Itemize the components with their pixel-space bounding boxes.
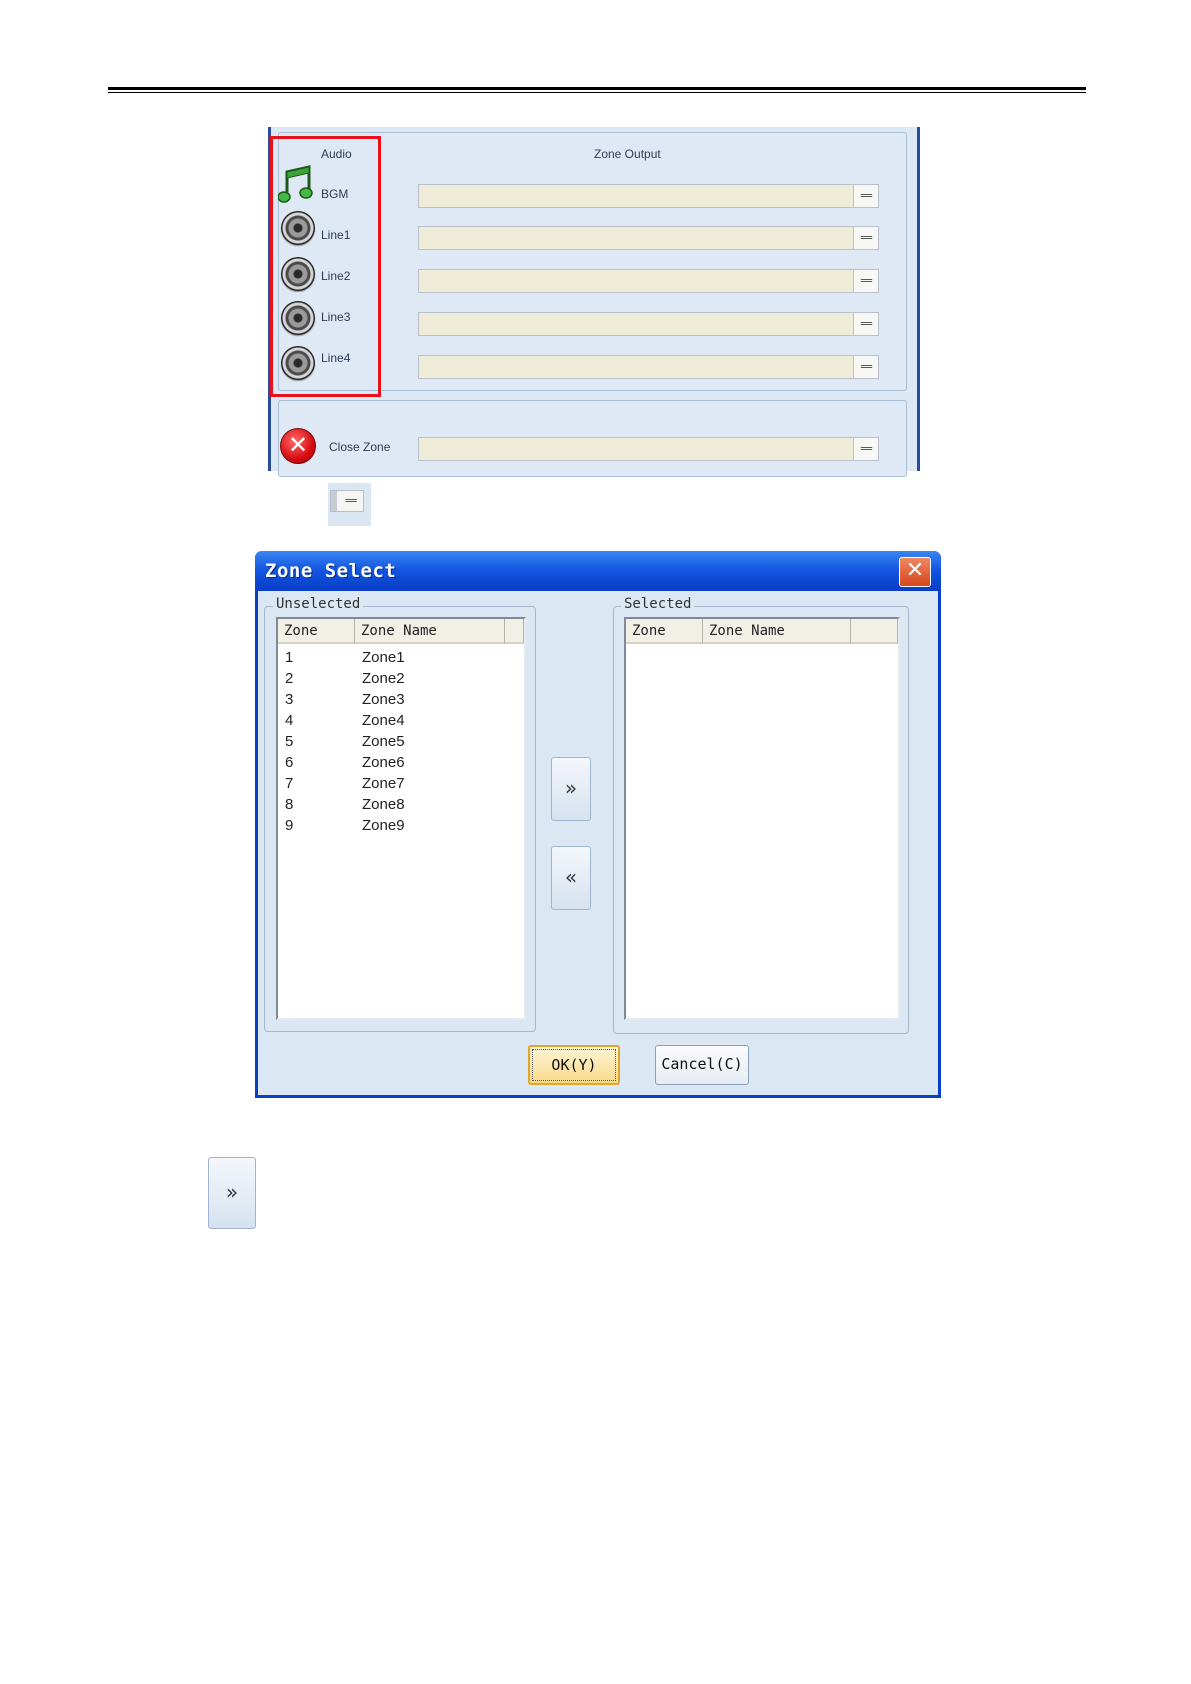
zone-name: Zone8 xyxy=(362,796,405,813)
zone-number: 8 xyxy=(285,796,294,813)
unselected-legend: Unselected xyxy=(273,596,364,612)
list-item[interactable]: 9 Zone9 xyxy=(278,815,524,836)
unselected-list[interactable]: Zone Zone Name 1 Zone1 2 Zone2 3 Zone3 4 Zone4 5… xyxy=(276,617,526,1020)
list-item[interactable]: 8 Zone8 xyxy=(278,794,524,815)
zone-number: 1 xyxy=(285,649,294,666)
zone-output-field-line2[interactable] xyxy=(418,269,879,293)
column-header-zone[interactable]: Zone xyxy=(278,619,355,644)
selected-legend: Selected xyxy=(621,596,695,612)
zone-name: Zone9 xyxy=(362,817,405,834)
list-item[interactable]: 2 Zone2 xyxy=(278,668,524,689)
zone-output-field-line4[interactable] xyxy=(418,355,879,379)
zone-name: Zone1 xyxy=(362,649,405,666)
remove-zone-button[interactable]: « xyxy=(551,846,591,910)
zone-select-button-close-zone[interactable]: == xyxy=(853,437,879,461)
zone-select-button-glyph: == xyxy=(330,490,364,512)
ok-button[interactable]: OK(Y) xyxy=(528,1045,620,1085)
zone-select-button-line2[interactable]: == xyxy=(853,269,879,293)
zone-number: 9 xyxy=(285,817,294,834)
list-item[interactable]: 5 Zone5 xyxy=(278,731,524,752)
zone-name: Zone2 xyxy=(362,670,405,687)
audio-sources-highlight xyxy=(270,136,381,397)
zone-number: 4 xyxy=(285,712,294,729)
zone-number: 5 xyxy=(285,733,294,750)
list-item[interactable]: 1 Zone1 xyxy=(278,647,524,668)
close-zone-field[interactable] xyxy=(418,437,879,461)
column-header-zone-name[interactable]: Zone Name xyxy=(355,619,505,644)
list-item[interactable]: 7 Zone7 xyxy=(278,773,524,794)
dialog-close-button[interactable]: ✕ xyxy=(899,557,931,587)
zone-output-column-header: Zone Output xyxy=(594,147,661,161)
zone-name: Zone6 xyxy=(362,754,405,771)
zone-select-button-line1[interactable]: == xyxy=(853,226,879,250)
close-zone-label: Close Zone xyxy=(329,440,391,454)
column-header-zone-name[interactable]: Zone Name xyxy=(703,619,851,644)
column-header-filler xyxy=(851,619,898,644)
dialog-title: Zone Select xyxy=(265,560,397,582)
zone-number: 7 xyxy=(285,775,294,792)
zone-output-field-line1[interactable] xyxy=(418,226,879,250)
add-zone-button-illustration: » xyxy=(208,1157,256,1229)
header-rule xyxy=(108,87,1086,90)
zone-number: 6 xyxy=(285,754,294,771)
zone-select-button-bgm[interactable]: == xyxy=(853,184,879,208)
zone-name: Zone7 xyxy=(362,775,405,792)
cancel-button[interactable]: Cancel(C) xyxy=(655,1045,749,1085)
column-header-filler xyxy=(505,619,524,644)
zone-select-button-illustration: == xyxy=(328,483,371,526)
zone-name: Zone5 xyxy=(362,733,405,750)
header-rule-thin xyxy=(108,92,1086,93)
list-item[interactable]: 6 Zone6 xyxy=(278,752,524,773)
list-item[interactable]: 4 Zone4 xyxy=(278,710,524,731)
zone-name: Zone4 xyxy=(362,712,405,729)
zone-name: Zone3 xyxy=(362,691,405,708)
zone-number: 2 xyxy=(285,670,294,687)
column-header-zone[interactable]: Zone xyxy=(626,619,703,644)
close-zone-icon: ✕ xyxy=(280,428,316,464)
selected-list[interactable]: Zone Zone Name xyxy=(624,617,900,1020)
zone-output-field-line3[interactable] xyxy=(418,312,879,336)
add-zone-button[interactable]: » xyxy=(551,757,591,821)
zone-select-button-line3[interactable]: == xyxy=(853,312,879,336)
list-item[interactable]: 3 Zone3 xyxy=(278,689,524,710)
zone-output-field-bgm[interactable] xyxy=(418,184,879,208)
zone-number: 3 xyxy=(285,691,294,708)
zone-select-button-line4[interactable]: == xyxy=(853,355,879,379)
